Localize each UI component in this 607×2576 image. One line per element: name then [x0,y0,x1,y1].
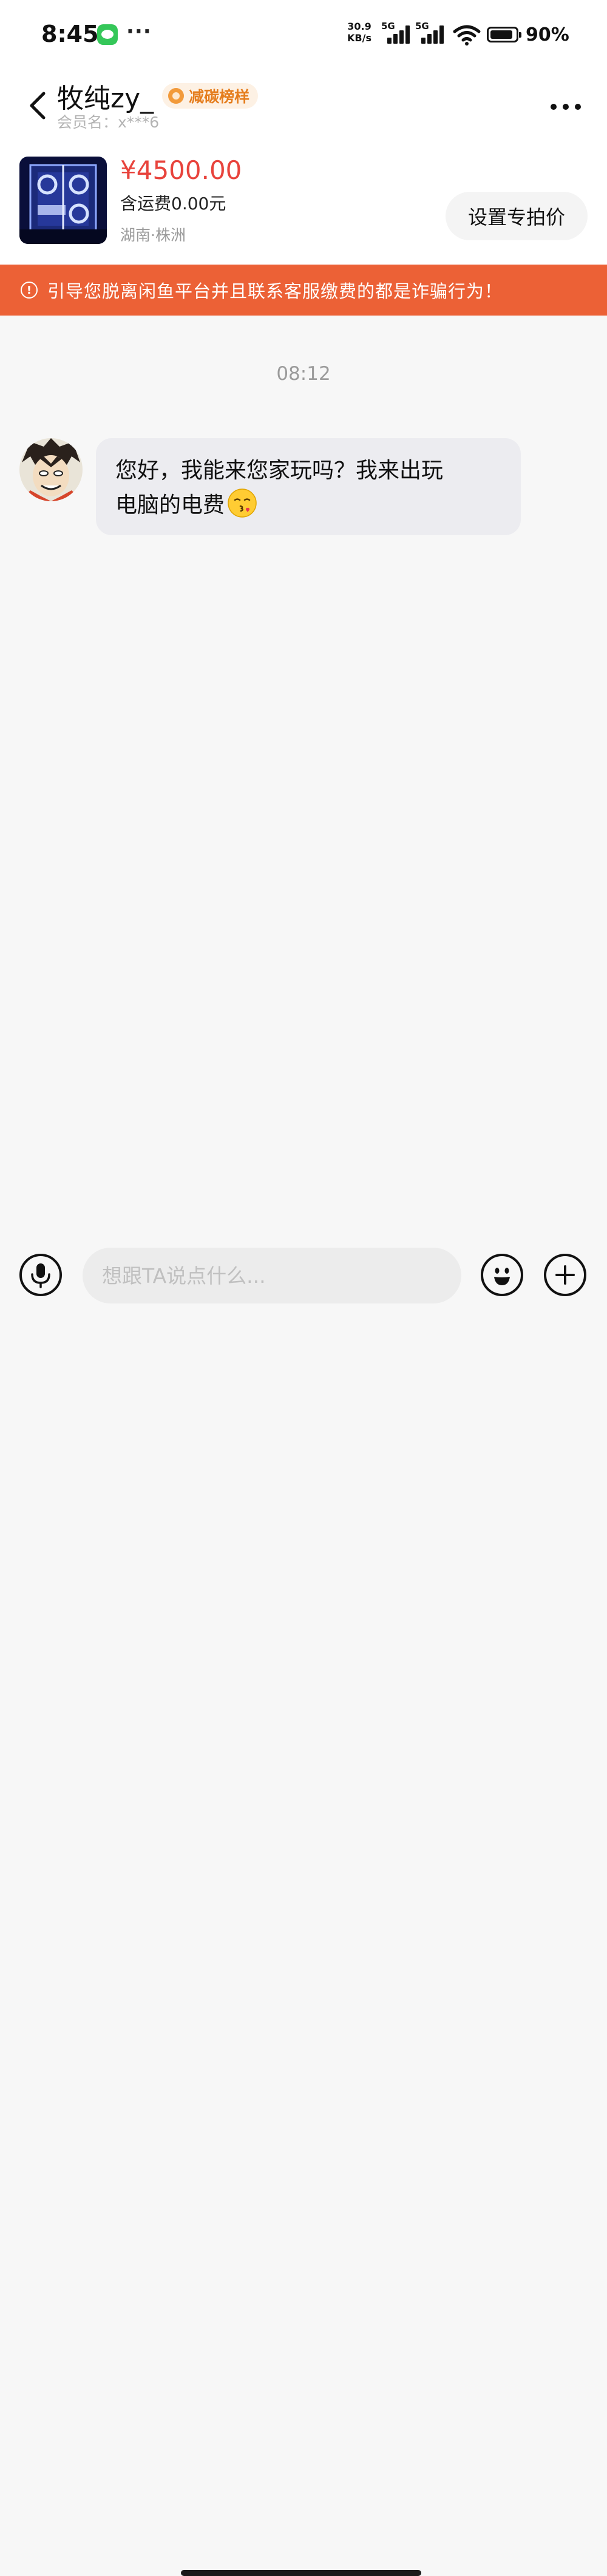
back-arrow-icon[interactable] [24,87,51,124]
product-location: 湖南·株洲 [120,226,186,244]
status-bar: 8:45 ··· 30.9 KB/s 5G 5G 90% [0,0,607,72]
voice-input-button[interactable] [19,1254,62,1296]
warning-icon: ! [21,282,38,299]
product-price: ¥4500.00 [120,155,242,185]
fraud-warning-banner: ! 引导您脱离闲鱼平台并且联系客服缴费的都是诈骗行为！ [0,265,607,316]
more-actions-button[interactable] [544,1254,586,1296]
signal-1-label: 5G [381,21,395,32]
wifi-icon [453,25,481,46]
message-timestamp: 08:12 [276,363,331,385]
plus-icon [555,1265,575,1285]
message-bubble[interactable]: 您好，我能来您家玩吗？我来出玩 电脑的电费 [96,438,521,535]
message-input-bar [0,1238,607,2576]
battery-fill [490,30,512,39]
member-name: 会员名：x***6 [57,113,160,131]
cellular-signal-icon: 5G [381,21,415,45]
pc-case-image [19,157,107,244]
shipping-fee: 含运费0.00元 [120,194,226,214]
more-notifications-icon: ··· [126,19,152,44]
network-speed-unit: KB/s [347,32,371,44]
signal-2-label: 5G [415,21,429,32]
network-speed-value: 30.9 [347,21,371,32]
message-text-line-2: 电脑的电费 [115,493,225,518]
network-speed: 30.9 KB/s [347,21,371,44]
carbon-badge[interactable]: 减碳榜样 [162,83,259,109]
battery-percent: 90% [526,24,569,46]
chat-header: 牧纯zy_ 减碳榜样 会员名：x***6 [0,72,607,149]
set-special-price-button[interactable]: 设置专拍价 [446,192,588,240]
more-options-icon[interactable] [549,100,583,114]
warning-text: 引导您脱离闲鱼平台并且联系客服缴费的都是诈骗行为！ [47,281,503,302]
status-time: 8:45 [41,21,99,47]
home-indicator[interactable] [181,2570,421,2576]
badge-leaf-icon [168,88,185,104]
product-thumbnail[interactable] [19,157,107,244]
avatar[interactable] [19,438,83,501]
microphone-icon [31,1263,50,1288]
message-input[interactable] [83,1248,461,1303]
contact-title: 牧纯zy_ 减碳榜样 [57,76,259,115]
cellular-signal-icon: 5G [415,21,449,45]
product-card[interactable]: ¥4500.00 含运费0.00元 湖南·株洲 设置专拍价 [0,149,607,265]
smile-face-icon [494,1268,510,1285]
message-notification-icon [97,24,118,45]
contact-name[interactable]: 牧纯zy_ [57,76,154,115]
emoji-button[interactable] [481,1254,523,1296]
message-text-line-1: 您好，我能来您家玩吗？我来出玩 [115,458,444,483]
kiss-emoji-icon [228,488,257,518]
avatar-image [19,438,83,501]
battery-icon [487,27,521,42]
badge-label: 减碳榜样 [189,88,250,106]
